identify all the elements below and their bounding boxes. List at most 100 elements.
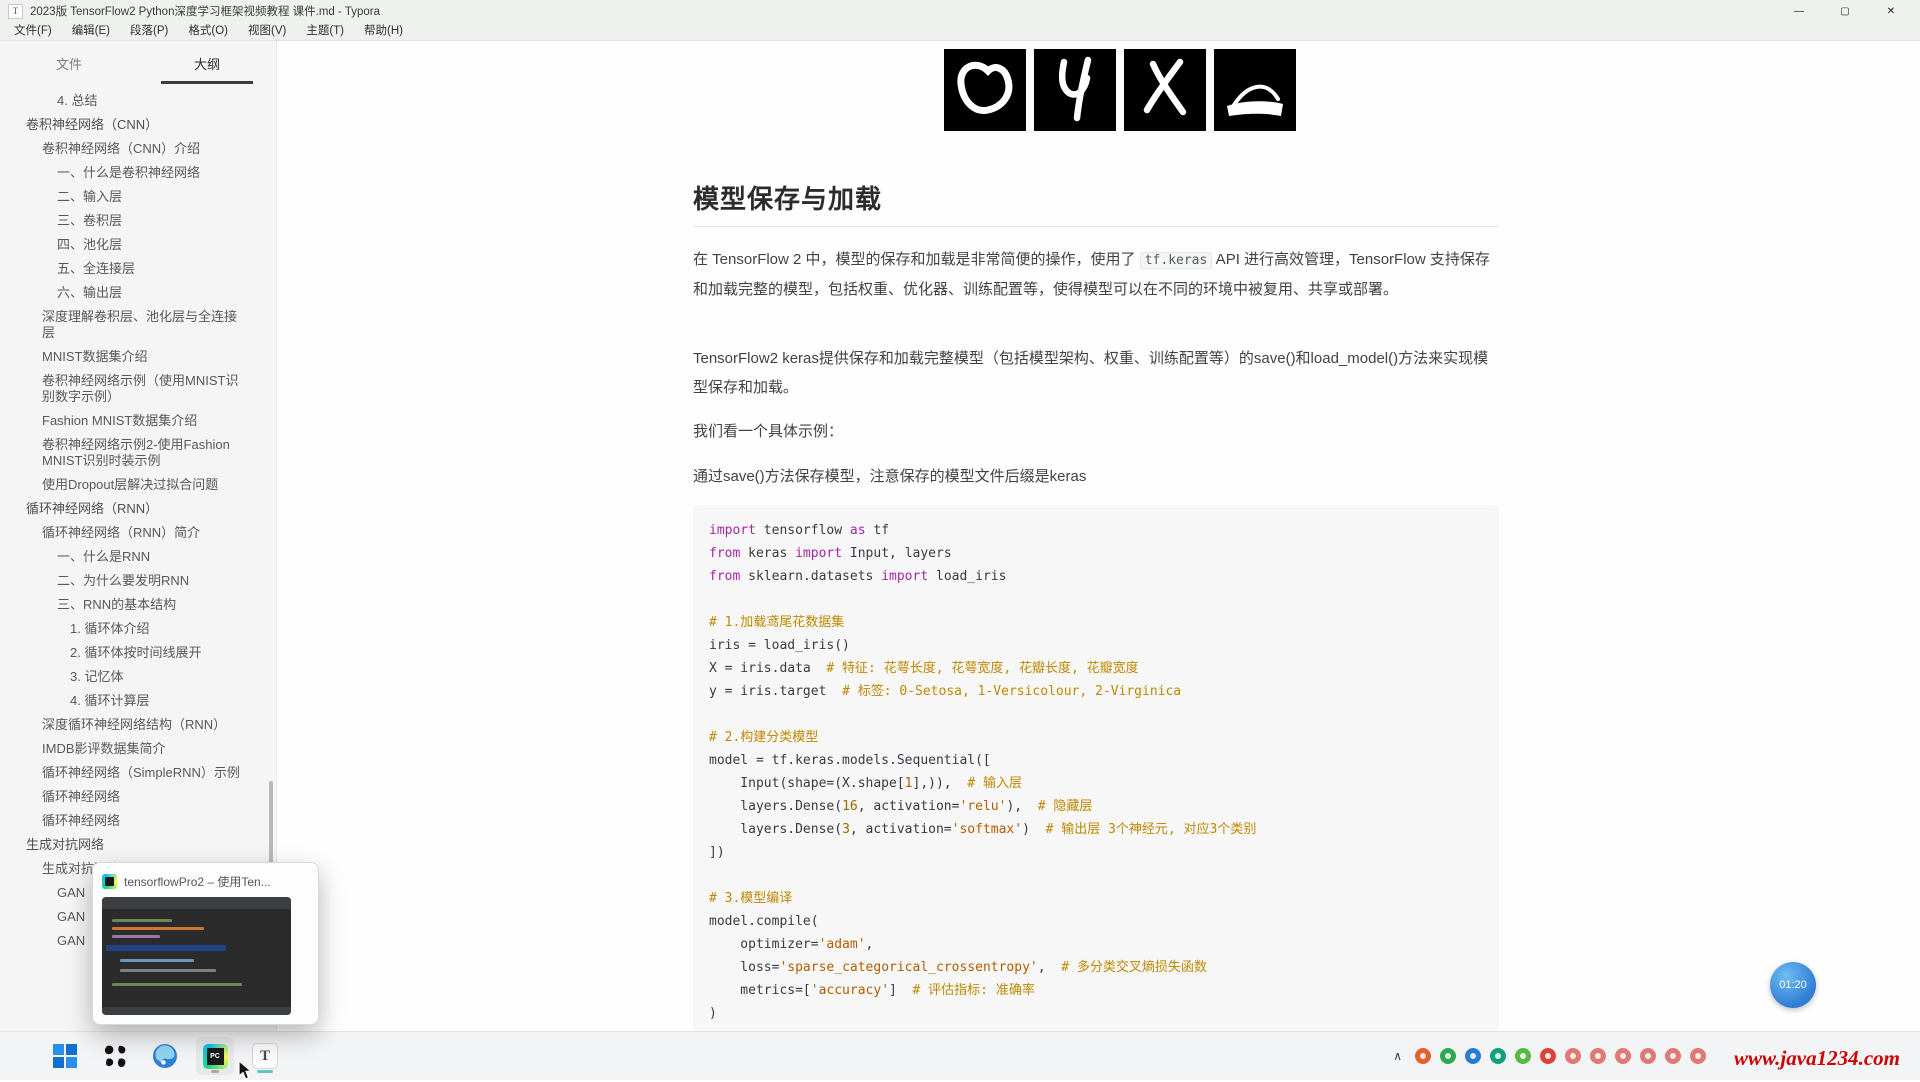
outline-item[interactable]: 生成对抗网络 bbox=[0, 833, 276, 857]
system-tray: ∧ bbox=[1389, 1032, 1706, 1080]
code-line: # 1.加载鸢尾花数据集 bbox=[709, 611, 1483, 634]
title-bar: T 2023版 TensorFlow2 Python深度学习框架视频教程 课件.… bbox=[0, 0, 1920, 22]
tray-app-icon[interactable] bbox=[1565, 1048, 1581, 1064]
sidebar-tab-大纲[interactable]: 大纲 bbox=[161, 54, 253, 84]
outline-item[interactable]: 循环神经网络（RNN） bbox=[0, 497, 276, 521]
outline-item[interactable]: 2. 循环体按时间线展开 bbox=[0, 641, 276, 665]
tray-app-icon[interactable] bbox=[1690, 1048, 1706, 1064]
taskbar-pycharm-icon[interactable]: PC bbox=[196, 1037, 234, 1075]
taskbar-start-icon[interactable] bbox=[46, 1037, 84, 1075]
pycharm-icon bbox=[102, 874, 117, 889]
digit-blob-image bbox=[944, 49, 1026, 131]
taskbar-edge-browser-icon[interactable] bbox=[146, 1037, 184, 1075]
paragraph-example: 我们看一个具体示例： bbox=[693, 417, 1499, 446]
menu-item[interactable]: 编辑(E) bbox=[62, 22, 120, 40]
menu-item[interactable]: 视图(V) bbox=[238, 22, 296, 40]
digit-cross-image bbox=[1124, 49, 1206, 131]
outline-item[interactable]: 卷积神经网络（CNN）介绍 bbox=[0, 137, 276, 161]
tray-app-icon[interactable] bbox=[1640, 1048, 1656, 1064]
outline-item[interactable]: 3. 记忆体 bbox=[0, 665, 276, 689]
tray-app-icon[interactable] bbox=[1440, 1048, 1456, 1064]
maximize-button[interactable]: ▢ bbox=[1822, 0, 1868, 22]
page-title: 模型保存与加载 bbox=[693, 179, 1499, 227]
outline-item[interactable]: 五、全连接层 bbox=[0, 257, 276, 281]
outline-item[interactable]: 卷积神经网络示例2-使用Fashion MNIST识别时装示例 bbox=[0, 433, 276, 473]
menu-item[interactable]: 帮助(H) bbox=[354, 22, 413, 40]
code-line: # 3.模型编译 bbox=[709, 887, 1483, 910]
outline-item[interactable]: 深度理解卷积层、池化层与全连接层 bbox=[0, 305, 276, 345]
typora-doc-icon: T bbox=[8, 4, 23, 19]
outline-item[interactable]: 循环神经网络（RNN）简介 bbox=[0, 521, 276, 545]
recording-timer-bubble[interactable]: 01:20 bbox=[1770, 962, 1816, 1008]
outline-item[interactable]: 4. 总结 bbox=[0, 89, 276, 113]
tray-app-icon[interactable] bbox=[1465, 1048, 1481, 1064]
code-line: # 2.构建分类模型 bbox=[709, 726, 1483, 749]
mouse-cursor bbox=[236, 1060, 253, 1082]
close-button[interactable]: ✕ bbox=[1868, 0, 1914, 22]
code-line: import tensorflow as tf bbox=[709, 519, 1483, 542]
outline-item[interactable]: 深度循环神经网络结构（RNN） bbox=[0, 713, 276, 737]
code-line: from keras import Input, layers bbox=[709, 542, 1483, 565]
outline-item[interactable]: 六、输出层 bbox=[0, 281, 276, 305]
code-line: ) bbox=[709, 1002, 1483, 1025]
code-line: optimizer='adam', bbox=[709, 933, 1483, 956]
preview-thumbnail[interactable] bbox=[102, 897, 291, 1015]
paragraph-save-note: 通过save()方法保存模型，注意保存的模型文件后缀是keras bbox=[693, 462, 1499, 491]
menu-item[interactable]: 主题(T) bbox=[296, 22, 354, 40]
code-line bbox=[709, 864, 1483, 887]
code-line: model.compile( bbox=[709, 910, 1483, 933]
code-line: metrics=['accuracy'] # 评估指标: 准确率 bbox=[709, 979, 1483, 1002]
outline-item[interactable]: 三、卷积层 bbox=[0, 209, 276, 233]
code-line bbox=[709, 703, 1483, 726]
tray-app-icon[interactable] bbox=[1665, 1048, 1681, 1064]
tray-app-icon[interactable] bbox=[1515, 1048, 1531, 1064]
code-line: X = iris.data # 特征: 花萼长度, 花萼宽度, 花瓣长度, 花瓣… bbox=[709, 657, 1483, 680]
minimize-button[interactable]: — bbox=[1776, 0, 1822, 22]
outline-item[interactable]: 卷积神经网络示例（使用MNIST识别数字示例） bbox=[0, 369, 276, 409]
outline-item[interactable]: 4. 循环计算层 bbox=[0, 689, 276, 713]
thumb-code-line bbox=[120, 969, 216, 972]
outline-item[interactable]: Fashion MNIST数据集介绍 bbox=[0, 409, 276, 433]
sandal-image bbox=[1214, 49, 1296, 131]
menu-item[interactable]: 段落(P) bbox=[120, 22, 178, 40]
taskbar-app-grid-icon[interactable] bbox=[96, 1037, 134, 1075]
watermark: www.java1234.com bbox=[1734, 1046, 1900, 1071]
paragraph-save-load: TensorFlow2 keras提供保存和加载完整模型（包括模型架构、权重、训… bbox=[693, 344, 1499, 402]
outline-item[interactable]: 二、输入层 bbox=[0, 185, 276, 209]
thumb-code-line bbox=[120, 959, 194, 962]
tray-app-icon[interactable] bbox=[1590, 1048, 1606, 1064]
code-line: loss='sparse_categorical_crossentropy', … bbox=[709, 956, 1483, 979]
outline-item[interactable]: 三、RNN的基本结构 bbox=[0, 593, 276, 617]
outline-item[interactable]: IMDB影评数据集简介 bbox=[0, 737, 276, 761]
tray-app-icon[interactable] bbox=[1490, 1048, 1506, 1064]
outline-item[interactable]: 卷积神经网络（CNN） bbox=[0, 113, 276, 137]
tray-app-icon[interactable] bbox=[1540, 1048, 1556, 1064]
outline-item[interactable]: 二、为什么要发明RNN bbox=[0, 569, 276, 593]
tray-app-icon[interactable] bbox=[1615, 1048, 1631, 1064]
code-line: y = iris.target # 标签: 0-Setosa, 1-Versic… bbox=[709, 680, 1483, 703]
mnist-sample-images bbox=[944, 49, 1499, 131]
sidebar-tab-文件[interactable]: 文件 bbox=[23, 54, 115, 84]
outline-item[interactable]: 使用Dropout层解决过拟合问题 bbox=[0, 473, 276, 497]
preview-title: tensorflowPro2 – 使用Ten... bbox=[124, 873, 271, 890]
outline-item[interactable]: 一、什么是RNN bbox=[0, 545, 276, 569]
outline-item[interactable]: 四、池化层 bbox=[0, 233, 276, 257]
window-controls: — ▢ ✕ bbox=[1776, 0, 1914, 22]
code-line: from sklearn.datasets import load_iris bbox=[709, 565, 1483, 588]
menu-item[interactable]: 格式(O) bbox=[178, 22, 238, 40]
thumbnail-editor-tabs bbox=[102, 897, 291, 909]
outline-item[interactable]: 1. 循环体介绍 bbox=[0, 617, 276, 641]
tray-chevron-up-icon[interactable]: ∧ bbox=[1389, 1049, 1406, 1063]
outline-list: 4. 总结卷积神经网络（CNN）卷积神经网络（CNN）介绍一、什么是卷积神经网络… bbox=[0, 89, 276, 953]
running-indicator bbox=[211, 1070, 219, 1073]
outline-item[interactable]: 循环神经网络 bbox=[0, 785, 276, 809]
menu-item[interactable]: 文件(F) bbox=[4, 22, 62, 40]
inline-code-tf-keras: tf.keras bbox=[1140, 252, 1213, 269]
outline-item[interactable]: 循环神经网络（SimpleRNN）示例 bbox=[0, 761, 276, 785]
tray-app-icon[interactable] bbox=[1415, 1048, 1431, 1064]
outline-item[interactable]: 一、什么是卷积神经网络 bbox=[0, 161, 276, 185]
outline-item[interactable]: 循环神经网络 bbox=[0, 809, 276, 833]
taskbar-preview-popup[interactable]: tensorflowPro2 – 使用Ten... bbox=[92, 862, 319, 1025]
thumb-statusbar bbox=[102, 1007, 291, 1015]
outline-item[interactable]: MNIST数据集介绍 bbox=[0, 345, 276, 369]
